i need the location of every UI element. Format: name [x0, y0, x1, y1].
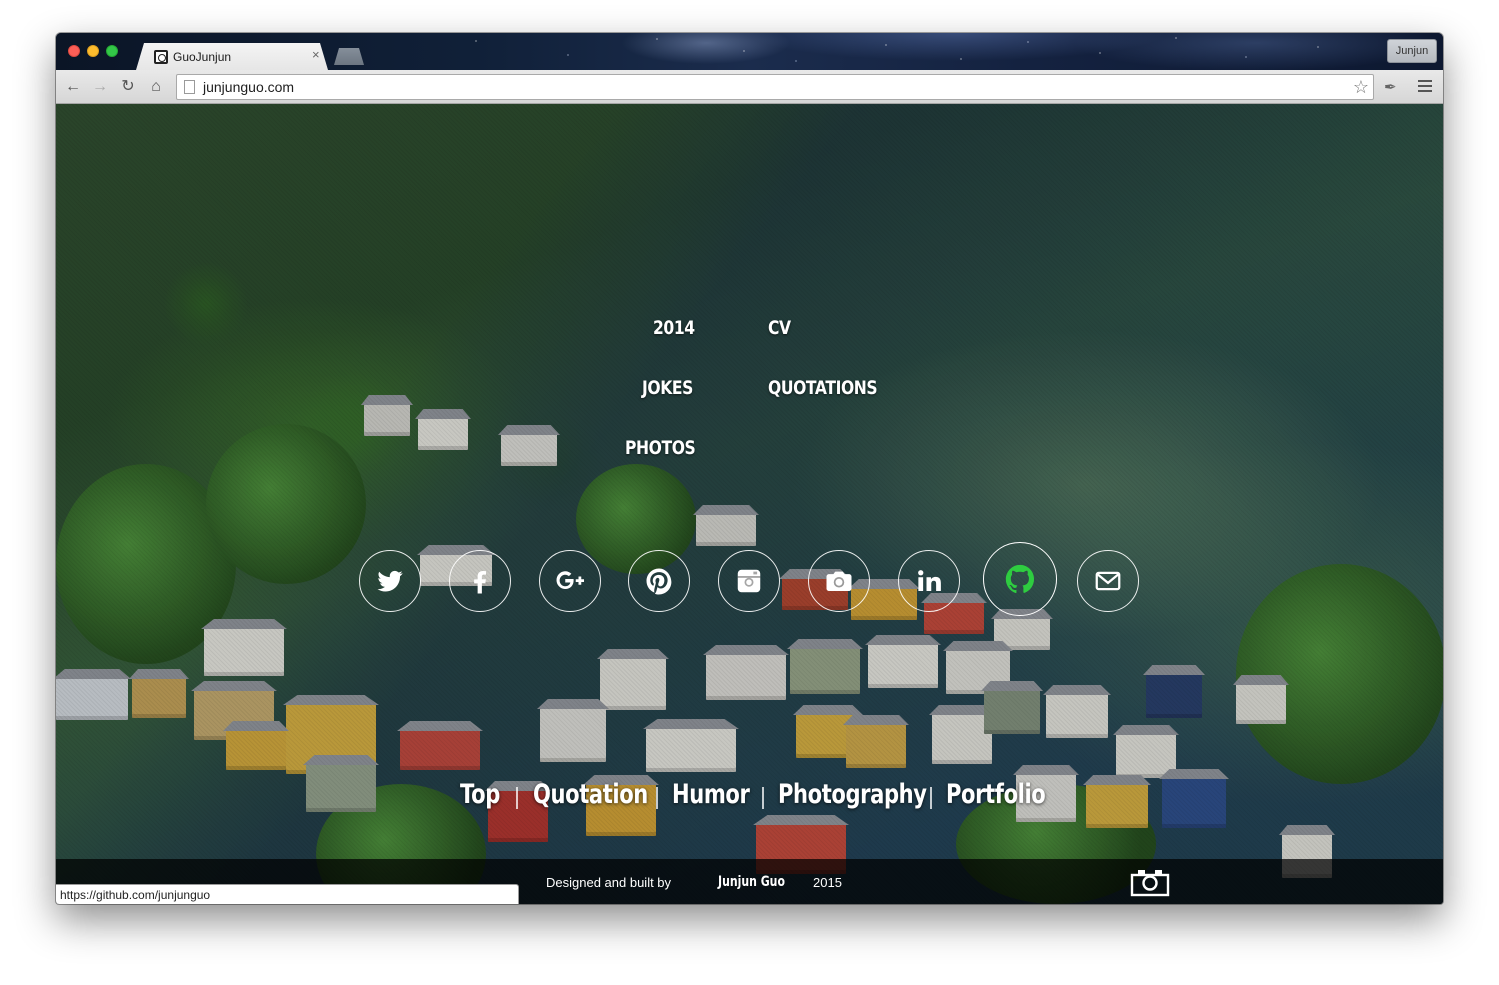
instagram-icon [737, 569, 761, 593]
twitter-icon [377, 570, 403, 592]
bookmark-star-icon[interactable]: ☆ [1353, 77, 1369, 98]
bottom-menu: Top Quotation Humor Photography Portfoli… [56, 779, 1443, 819]
camera-icon [826, 571, 852, 591]
maximize-window-button[interactable] [106, 45, 118, 57]
email-icon [1095, 571, 1121, 591]
footer-year: 2015 [813, 875, 842, 890]
nav-link-jokes[interactable]: JOKES [642, 377, 693, 399]
close-window-button[interactable] [68, 45, 80, 57]
browser-toolbar: ← → ↻ ⌂ junjunguo.com ☆ ✒ [56, 70, 1443, 104]
menu-link-quotation[interactable]: Quotation [533, 779, 648, 810]
pinterest-icon [646, 568, 672, 595]
reload-icon[interactable]: ↻ [119, 78, 137, 96]
linkedin-icon [918, 570, 941, 591]
camera-link[interactable] [808, 550, 870, 612]
back-arrow-icon[interactable]: ← [64, 78, 82, 96]
menu-link-portfolio[interactable]: Portfolio [946, 779, 1046, 810]
instagram-link[interactable] [718, 550, 780, 612]
favicon-camera-icon [154, 49, 168, 64]
browser-window: GuoJunjun × Junjun ← → ↻ ⌂ junjunguo.com… [56, 33, 1443, 904]
forward-arrow-icon[interactable]: → [91, 78, 109, 96]
camera-logo-icon[interactable] [1130, 869, 1170, 897]
status-bar: https://github.com/junjunguo [56, 884, 519, 904]
google-plus-icon [556, 571, 584, 589]
home-icon[interactable]: ⌂ [147, 78, 165, 96]
github-icon [1005, 564, 1035, 594]
menu-separator [516, 787, 518, 809]
browser-menu-icon[interactable] [1418, 80, 1432, 92]
extension-feather-icon[interactable]: ✒ [1384, 78, 1397, 96]
status-bar-url: https://github.com/junjunguo [60, 888, 211, 902]
new-tab-button[interactable] [334, 48, 364, 65]
twitter-link[interactable] [359, 550, 421, 612]
tab-title: GuoJunjun [173, 49, 232, 64]
nav-link-2014[interactable]: 2014 [653, 317, 695, 339]
linkedin-link[interactable] [898, 550, 960, 612]
github-link[interactable] [983, 542, 1057, 616]
email-link[interactable] [1077, 550, 1139, 612]
page-content: 2014 CV JOKES QUOTATIONS PHOTOS Top Quot… [56, 104, 1443, 904]
menu-separator [762, 787, 764, 809]
pinterest-link[interactable] [628, 550, 690, 612]
title-bar: GuoJunjun × Junjun [56, 33, 1443, 70]
footer-author-link[interactable]: Junjun Guo [718, 874, 785, 890]
nav-link-photos[interactable]: PHOTOS [625, 437, 696, 459]
address-bar[interactable]: junjunguo.com ☆ [176, 74, 1374, 100]
tab-close-icon[interactable]: × [312, 48, 320, 62]
facebook-link[interactable] [449, 550, 511, 612]
address-bar-url[interactable]: junjunguo.com [203, 79, 294, 95]
facebook-icon [474, 571, 486, 594]
menu-separator [656, 787, 658, 809]
menu-separator [930, 787, 932, 809]
minimize-window-button[interactable] [87, 45, 99, 57]
nav-link-cv[interactable]: CV [768, 317, 791, 339]
nav-link-quotations[interactable]: QUOTATIONS [768, 377, 878, 399]
menu-link-top[interactable]: Top [460, 779, 500, 810]
profile-button[interactable]: Junjun [1387, 39, 1437, 63]
google-plus-link[interactable] [539, 550, 601, 612]
browser-tab-content[interactable]: GuoJunjun [136, 43, 328, 70]
menu-link-photography[interactable]: Photography [778, 779, 927, 810]
footer-credit-text: Designed and built by [546, 875, 672, 890]
page-icon [184, 80, 195, 94]
menu-link-humor[interactable]: Humor [672, 779, 750, 810]
